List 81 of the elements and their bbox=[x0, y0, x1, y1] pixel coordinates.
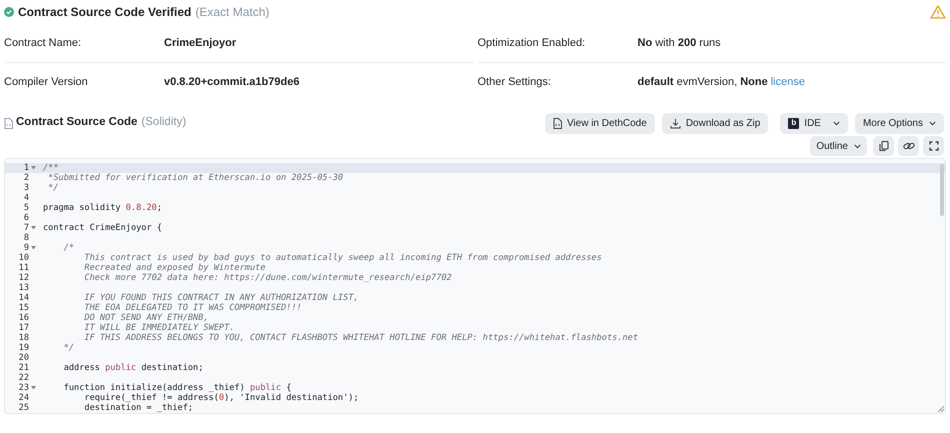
license-link[interactable]: license bbox=[770, 74, 805, 91]
line-number: 8 bbox=[22, 233, 29, 243]
code-line: pragma solidity 0.8.20; bbox=[43, 203, 162, 213]
match-note: (Exact Match) bbox=[195, 4, 270, 21]
caret-icon bbox=[929, 120, 936, 126]
code-line: */ bbox=[47, 183, 59, 193]
code-line: function initialize(address _thief) public { bbox=[62, 383, 292, 393]
code-line: THE EOA DELEGATED TO IT WAS COMPROMISED!!! bbox=[83, 303, 302, 313]
line-number: 14 bbox=[18, 293, 29, 303]
outline-dropdown[interactable]: Outline bbox=[810, 136, 867, 156]
line-number: 17 bbox=[18, 323, 29, 333]
code-line: require(_thief != address(0), 'Invalid destination'); bbox=[83, 393, 359, 403]
line-number: 25 bbox=[18, 403, 29, 413]
section-title: Contract Source Code bbox=[16, 115, 138, 130]
caret-icon bbox=[832, 120, 840, 126]
code-line: DO NOT SEND ANY ETH/BNB, bbox=[83, 313, 209, 323]
dethcode-button[interactable]: View in DethCode bbox=[544, 112, 655, 134]
line-number: 10 bbox=[18, 253, 29, 263]
code-line: /** bbox=[43, 163, 59, 173]
code-line: IF THIS ADDRESS BELONGS TO YOU, CONTACT FLASHBOTS WHITEHAT HOTLINE FOR HELP: https://whitehat.flashbots.net bbox=[83, 333, 638, 343]
fold-icon[interactable] bbox=[31, 226, 36, 230]
resize-handle-icon[interactable] bbox=[938, 406, 944, 412]
field-label: Other Settings: bbox=[478, 75, 552, 90]
field-value: v0.8.20+commit.a1b79de6 bbox=[164, 75, 300, 90]
line-number: 3 bbox=[22, 183, 29, 193]
line-number: 9 bbox=[22, 243, 29, 253]
fold-icon[interactable] bbox=[31, 166, 36, 170]
line-number: 15 bbox=[18, 303, 29, 313]
line-number: 23 bbox=[18, 383, 29, 393]
download-icon bbox=[670, 118, 681, 128]
line-number: 7 bbox=[22, 223, 29, 233]
ide-logo-icon: b bbox=[788, 118, 800, 128]
line-number: 6 bbox=[22, 213, 29, 223]
field-value: CrimeEnjoyor bbox=[164, 36, 236, 51]
code-line: */ bbox=[62, 343, 74, 353]
line-number: 11 bbox=[18, 263, 29, 273]
line-number: 1 bbox=[22, 163, 29, 173]
file-code-icon bbox=[552, 118, 562, 128]
fold-icon[interactable] bbox=[31, 246, 36, 250]
code-line: This contract is used by bad guys to automatically sweep all incoming ETH from compromised addresses bbox=[83, 253, 602, 263]
more-options-dropdown[interactable]: More Options bbox=[854, 112, 944, 134]
caret-icon bbox=[854, 144, 861, 148]
line-number: 16 bbox=[18, 313, 29, 323]
fullscreen-icon bbox=[928, 141, 938, 151]
warning-icon[interactable] bbox=[930, 5, 946, 19]
field-label: Contract Name: bbox=[4, 36, 82, 51]
code-line: *Submitted for verification at Etherscan.io on 2025-05-30 bbox=[47, 173, 344, 183]
language-note: (Solidity) bbox=[141, 115, 186, 130]
field-value: No with 200 runs bbox=[638, 36, 721, 51]
copy-icon bbox=[878, 140, 888, 152]
copy-button[interactable] bbox=[873, 136, 894, 156]
line-number: 2 bbox=[22, 173, 29, 183]
line-number: 20 bbox=[18, 353, 29, 363]
file-code-icon bbox=[4, 118, 13, 128]
code-line: /* bbox=[62, 243, 74, 253]
code-line: IF YOU FOUND THIS CONTRACT IN ANY AUTHORIZATION LIST, bbox=[83, 293, 359, 303]
line-number: 21 bbox=[18, 363, 29, 373]
line-number: 5 bbox=[22, 203, 29, 213]
field-label: Optimization Enabled: bbox=[478, 36, 586, 51]
ide-dropdown[interactable]: b IDE bbox=[780, 112, 848, 134]
code-line: contract CrimeEnjoyor { bbox=[43, 223, 162, 233]
line-number: 12 bbox=[18, 273, 29, 283]
line-number: 22 bbox=[18, 373, 29, 383]
code-line: Recreated and exposed by Wintermute bbox=[83, 263, 266, 273]
field-value: default evmVersion, None bbox=[638, 75, 768, 90]
verified-title: Contract Source Code Verified bbox=[18, 4, 192, 21]
fold-icon[interactable] bbox=[31, 386, 36, 390]
download-button[interactable]: Download as Zip bbox=[662, 112, 768, 134]
code-line: destination = _thief; bbox=[83, 403, 194, 413]
line-number: 13 bbox=[18, 283, 29, 293]
link-button[interactable] bbox=[898, 136, 919, 156]
fullscreen-button[interactable] bbox=[923, 136, 944, 156]
line-number: 19 bbox=[18, 343, 29, 353]
line-number: 24 bbox=[18, 393, 29, 403]
code-line: address public destination; bbox=[62, 363, 204, 373]
code-line: Check more 7702 data here: https://dune.com/wintermute_research/eip7702 bbox=[83, 273, 452, 283]
field-label: Compiler Version bbox=[4, 75, 89, 90]
line-number: 4 bbox=[22, 193, 29, 203]
code-line: IT WILL BE IMMEDIATELY SWEPT. bbox=[83, 323, 234, 333]
line-number: 18 bbox=[18, 333, 29, 343]
link-icon bbox=[902, 141, 914, 151]
